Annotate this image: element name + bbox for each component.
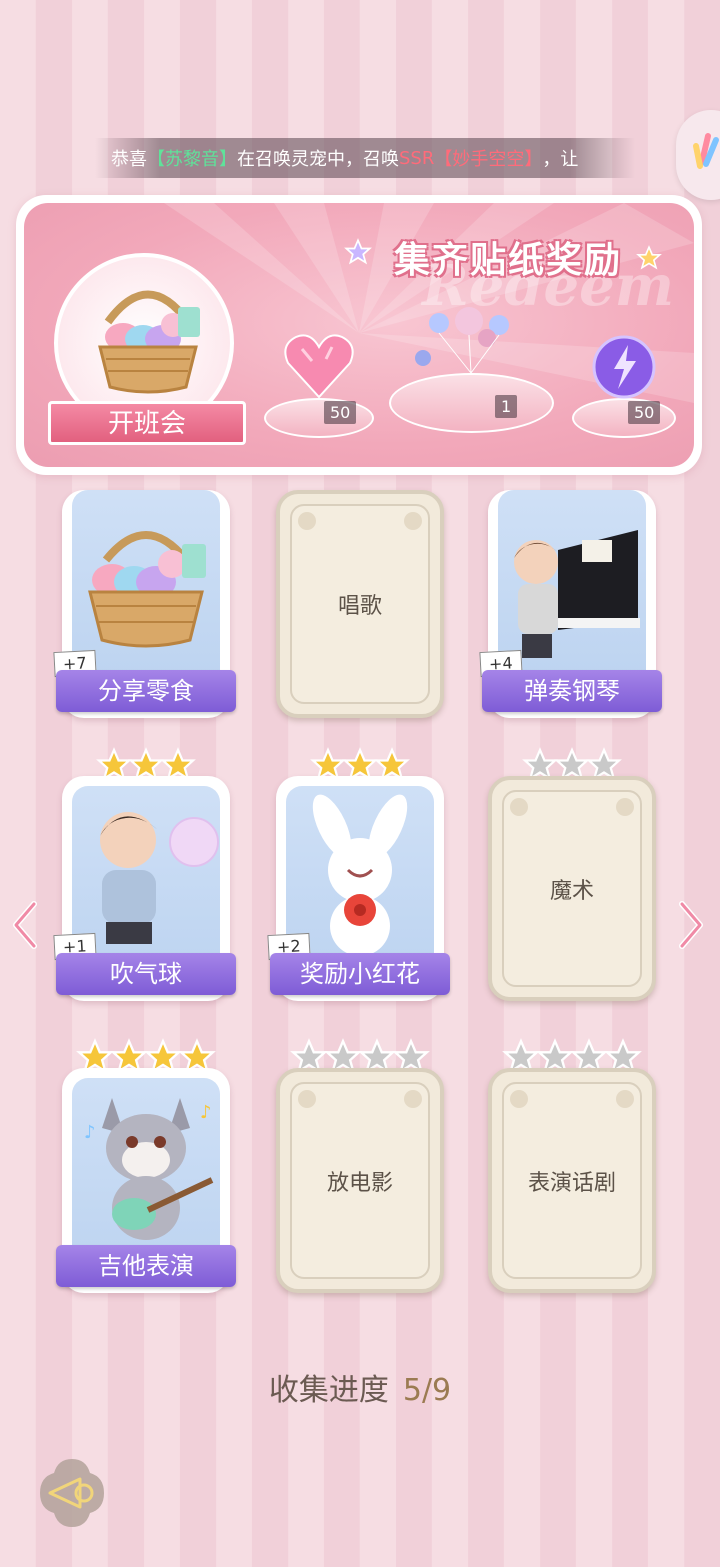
marquee-middle: 在召唤灵宠中，召唤 — [237, 149, 399, 170]
reward-panel: Redeem 集齐贴纸奖励 开班会 50 1 50 — [16, 195, 702, 475]
panel-title: 集齐贴纸奖励 — [394, 240, 623, 281]
reward-pedestal[interactable]: 50 — [264, 323, 374, 443]
star-decoration-icon — [344, 238, 372, 265]
sticker-name: 放电影 — [326, 1170, 393, 1196]
sticker-name: 魔术 — [549, 878, 594, 904]
marquee-suffix: ，让 — [542, 149, 579, 170]
announcement-marquee: 恭喜 【苏黎音】 在召唤灵宠中，召唤 SSR 【妙手空空】 ，让 — [95, 138, 635, 178]
event-name-label: 开班会 — [48, 401, 246, 445]
marquee-rarity: SSR — [399, 147, 435, 169]
sticker-name: 吹气球 — [56, 953, 236, 995]
sticker-name: 奖励小红花 — [270, 953, 450, 995]
boy-piano-icon — [514, 530, 640, 658]
wolf-guitar-icon: ♪ ♪ — [84, 1098, 214, 1240]
marquee-player: 【苏黎音】 — [147, 149, 237, 170]
sticker-name: 表演话剧 — [527, 1170, 616, 1196]
back-button[interactable] — [34, 1455, 110, 1531]
balloon-icon — [415, 307, 509, 374]
marquee-pet: 【妙手空空】 — [434, 149, 543, 170]
color-palette-button[interactable] — [676, 110, 720, 200]
sticker-name: 唱歌 — [337, 594, 382, 619]
reward-count: 50 — [324, 401, 357, 424]
prev-page-arrow-icon[interactable] — [10, 900, 40, 950]
svg-text:♪: ♪ — [200, 1102, 212, 1123]
heart-gem-icon — [284, 334, 354, 399]
sticker-card-locked[interactable]: 魔术 — [488, 776, 656, 1001]
sticker-name: 吉他表演 — [56, 1245, 236, 1287]
sticker-card[interactable]: +7 分享零食 — [53, 490, 236, 718]
sticker-card-locked[interactable]: 表演话剧 — [488, 1068, 656, 1293]
reward-count: 1 — [495, 395, 518, 418]
snack-basket-icon — [98, 290, 200, 394]
sticker-card-locked[interactable]: 放电影 — [276, 1068, 444, 1293]
sticker-card[interactable]: +4 弹奏钢琴 — [479, 490, 662, 718]
sticker-card[interactable]: +2 奖励小红花 — [267, 776, 450, 1001]
svg-text:♪: ♪ — [84, 1122, 96, 1143]
sticker-card-locked[interactable]: 唱歌 — [276, 490, 444, 718]
sticker-name: 弹奏钢琴 — [482, 670, 662, 712]
star-decoration-icon — [636, 245, 662, 270]
marquee-prefix: 恭喜 — [111, 149, 147, 170]
energy-orb-icon — [592, 335, 656, 399]
next-page-arrow-icon[interactable] — [676, 900, 706, 950]
palette-icon — [693, 133, 719, 169]
progress-label: 收集进度 — [268, 1373, 389, 1408]
reward-pedestal[interactable]: 50 — [572, 323, 676, 443]
reward-pedestal[interactable]: 1 — [389, 303, 554, 443]
sticker-card[interactable]: ♪ ♪ 吉他表演 — [56, 1068, 236, 1293]
sticker-name: 分享零食 — [56, 670, 236, 712]
reward-count: 50 — [628, 401, 661, 424]
collection-progress: 收集进度 5/9 — [0, 1365, 720, 1409]
sticker-card[interactable]: +1 吹气球 — [53, 776, 236, 1001]
snack-basket-icon — [88, 531, 206, 648]
progress-value: 5/9 — [402, 1373, 452, 1408]
